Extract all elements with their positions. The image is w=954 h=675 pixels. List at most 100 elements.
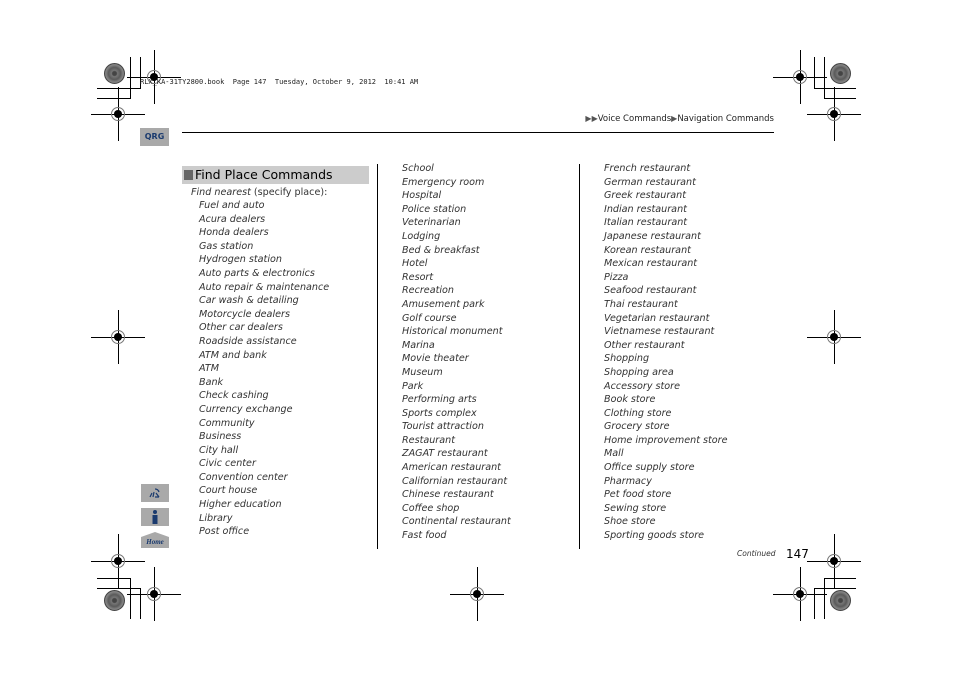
breadcrumb-item[interactable]: Navigation Commands (677, 114, 774, 124)
crop-mark (97, 578, 131, 579)
command-item: Hotel (402, 258, 428, 270)
command-item: Pet food store (604, 489, 672, 501)
command-item: Business (199, 431, 242, 443)
command-item: Community (199, 417, 255, 429)
command-item: Shoe store (604, 516, 656, 528)
command-item: Clothing store (604, 407, 672, 419)
command-item: Seafood restaurant (604, 285, 697, 297)
qrg-tab[interactable]: QRG (140, 128, 169, 146)
home-icon[interactable]: Home (141, 532, 169, 548)
crop-mark (824, 98, 856, 99)
command-item: ZAGAT restaurant (402, 448, 488, 460)
voice-command-icon[interactable] (141, 484, 169, 502)
command-item: Auto repair & maintenance (199, 281, 330, 293)
command-item: Other restaurant (604, 339, 685, 351)
registration-disc-icon (104, 590, 125, 611)
command-item: Tourist attraction (402, 421, 484, 433)
command-item: Indian restaurant (604, 203, 687, 215)
command-item: Accessory store (604, 380, 681, 392)
command-item: Vegetarian restaurant (604, 312, 710, 324)
intro-note: (specify place): (250, 187, 328, 198)
crop-mark (130, 578, 131, 619)
command-item: Higher education (199, 499, 282, 511)
command-item: ATM and bank (199, 349, 267, 361)
command-item: Amusement park (402, 298, 485, 310)
breadcrumb-item[interactable]: Voice Commands (598, 114, 671, 124)
command-item: Pharmacy (604, 475, 652, 487)
command-item: Auto parts & electronics (199, 267, 315, 279)
command-item: Car wash & detailing (199, 295, 299, 307)
command-item: School (402, 163, 434, 174)
command-item: Japanese restaurant (604, 230, 701, 242)
command-item: Resort (402, 271, 434, 283)
crop-mark (814, 588, 856, 589)
command-item: Performing arts (402, 394, 477, 406)
page-number: 147 (786, 547, 809, 561)
command-item: Veterinarian (402, 217, 461, 229)
continued-label: Continued (737, 549, 776, 558)
command-item: ATM (199, 363, 220, 375)
command-item: Italian restaurant (604, 217, 688, 229)
command-item: Mexican restaurant (604, 258, 698, 270)
command-item: Office supply store (604, 462, 695, 474)
command-item: Acura dealers (199, 213, 266, 225)
command-item: Other car dealers (199, 322, 283, 334)
breadcrumb: ▶▶Voice Commands▶Navigation Commands (585, 114, 774, 124)
registration-disc-icon (104, 63, 125, 84)
command-list-col-3: French restaurant German restaurant Greek … (604, 162, 728, 543)
command-item: Bed & breakfast (402, 244, 480, 256)
command-item: Court house (199, 485, 258, 497)
command-item: Convention center (199, 471, 288, 483)
command-list-col-2: School Emergency room Hospital Police stati… (402, 162, 511, 543)
command-item: Hospital (402, 190, 442, 202)
command-item: Chinese restaurant (402, 489, 494, 501)
command-item: Sewing store (604, 502, 667, 514)
command-item: Home improvement store (604, 434, 728, 446)
command-item: Recreation (402, 285, 454, 297)
command-item: Pizza (604, 271, 629, 283)
command-item: Post office (199, 526, 250, 538)
command-item: Grocery store (604, 421, 670, 433)
crop-mark (824, 578, 856, 579)
intro-command: Find nearest (191, 187, 251, 198)
command-item: Mall (604, 448, 624, 460)
command-item: Bank (199, 376, 224, 388)
command-item: Civic center (199, 458, 256, 470)
command-item: Emergency room (402, 176, 485, 188)
home-icon-label: Home (145, 538, 164, 546)
command-item: Sports complex (402, 407, 477, 419)
command-item: French restaurant (604, 163, 691, 174)
command-item: City hall (199, 444, 239, 456)
command-item: Police station (402, 203, 467, 215)
command-item: Fast food (402, 530, 447, 542)
command-item: German restaurant (604, 176, 696, 188)
command-item: Book store (604, 394, 656, 406)
crop-mark (814, 57, 815, 88)
command-item: Museum (402, 366, 443, 378)
registration-disc-icon (830, 63, 851, 84)
command-item: Californian restaurant (402, 475, 508, 487)
command-item: Sporting goods store (604, 530, 705, 542)
crop-mark (97, 88, 141, 89)
header-rule (182, 132, 774, 133)
command-item: Restaurant (402, 434, 455, 446)
command-item: Coffee shop (402, 502, 460, 514)
command-item: Vietnamese restaurant (604, 326, 715, 338)
command-item: American restaurant (402, 462, 501, 474)
crop-mark (814, 588, 815, 619)
command-item: Shopping area (604, 366, 674, 378)
print-header: RLX_KA-31TY2800.book Page 147 Tuesday, O… (140, 78, 419, 86)
crop-mark (824, 578, 825, 619)
command-item: Continental restaurant (402, 516, 511, 528)
crop-mark (97, 98, 131, 99)
command-item: Lodging (402, 230, 441, 242)
command-item: Library (199, 512, 233, 524)
crop-mark (97, 588, 141, 589)
command-item: Currency exchange (199, 403, 293, 415)
info-icon[interactable] (141, 508, 169, 526)
command-item: Roadside assistance (199, 335, 297, 347)
column-divider (377, 164, 378, 549)
command-item: Historical monument (402, 326, 503, 338)
registration-disc-icon (830, 590, 851, 611)
command-item: Motorcycle dealers (199, 308, 290, 320)
